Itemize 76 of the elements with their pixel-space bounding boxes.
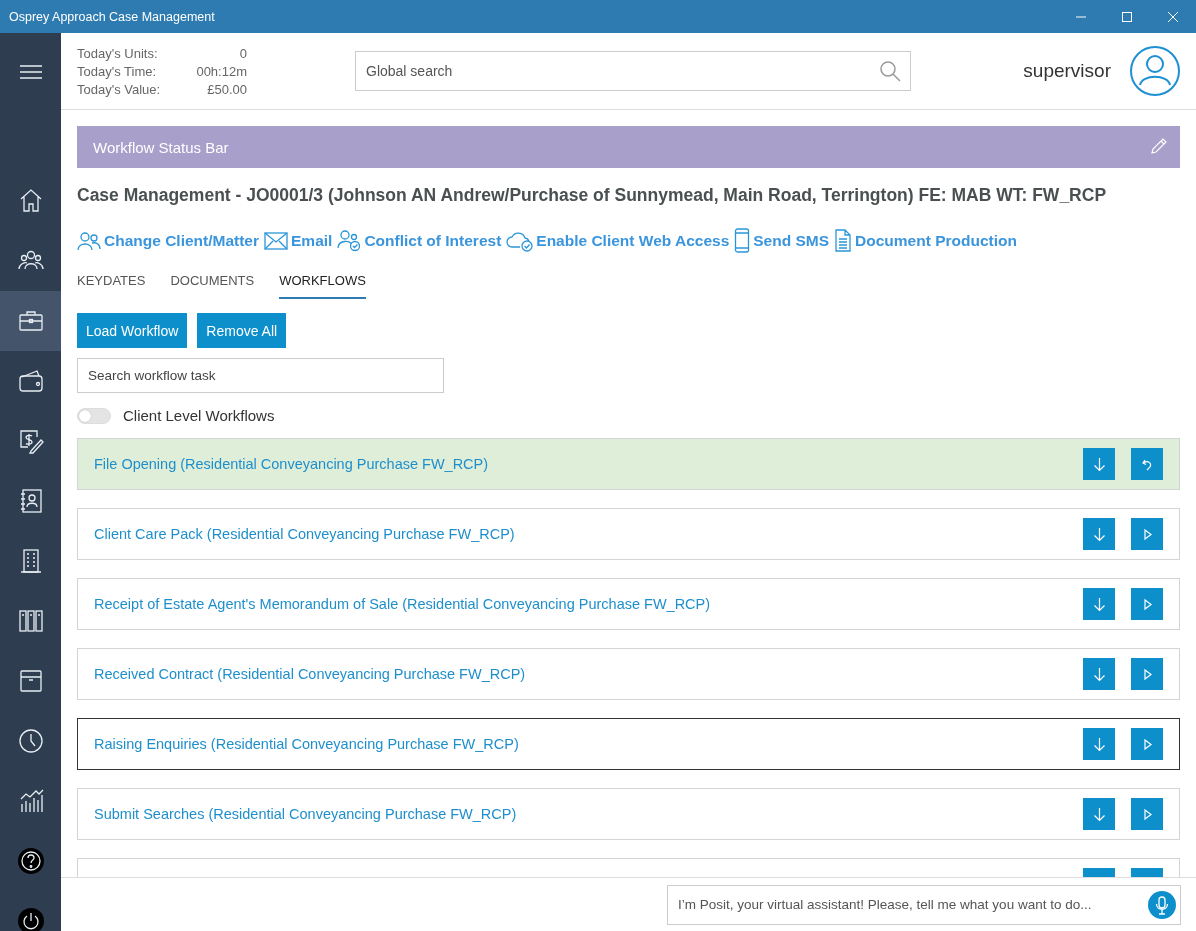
stat-label: Today's Value: — [77, 81, 162, 97]
action-link[interactable]: Conflict of Interest — [337, 229, 502, 252]
workflow-name: File Opening (Residential Conveyancing Purchase FW_RCP) — [94, 456, 490, 472]
sidebar-item[interactable] — [0, 291, 61, 351]
action-button[interactable]: Remove All — [197, 313, 287, 348]
phone-icon — [734, 228, 751, 253]
down-arrow-icon — [1091, 526, 1107, 542]
download-button[interactable] — [1083, 728, 1115, 760]
undo-button[interactable] — [1131, 448, 1163, 480]
people-icon — [77, 229, 101, 252]
wallet-icon — [16, 367, 45, 395]
stat-value: 00h:12m — [195, 63, 247, 79]
user-name: supervisor — [1023, 60, 1111, 82]
menu-icon — [19, 64, 42, 79]
workflow-row[interactable]: Receipt of Estate Agent's Memorandum of Sale (Residential Conveyancing Purchase FW_RCP) — [77, 578, 1180, 630]
down-arrow-icon — [1091, 666, 1107, 682]
download-button[interactable] — [1083, 518, 1115, 550]
document-icon — [834, 229, 853, 252]
help-icon — [16, 847, 45, 875]
tab[interactable]: KEYDATES — [77, 273, 146, 299]
down-arrow-icon — [1091, 806, 1107, 822]
workflow-row[interactable]: Submit Searches (Residential Conveyancing Purchase FW_RCP) — [77, 788, 1180, 840]
play-button[interactable] — [1131, 588, 1163, 620]
tab[interactable]: DOCUMENTS — [170, 273, 255, 299]
search-field[interactable]: Global search — [355, 51, 911, 91]
download-button[interactable] — [1083, 448, 1115, 480]
maximize-icon — [1121, 10, 1133, 23]
case-title: Case Management - JO0001/3 (Johnson AN Andrew/Purchase of Sunnymead, Main Road, Terrington) FE: MAB WT: FW_RCP — [77, 185, 1108, 206]
workflow-row[interactable]: Client Care Pack (Residential Conveyancing Purchase FW_RCP) — [77, 508, 1180, 560]
action-link[interactable]: Send SMS — [734, 228, 830, 253]
binders-icon — [16, 607, 45, 635]
action-link[interactable]: Change Client/Matter — [77, 229, 259, 252]
play-button[interactable] — [1131, 728, 1163, 760]
play-button[interactable] — [1131, 518, 1163, 550]
down-arrow-icon — [1091, 596, 1107, 612]
workflow-name: Client Care Pack (Residential Conveyancing Purchase FW_RCP) — [94, 526, 516, 542]
action-link[interactable]: Enable Client Web Access — [506, 229, 730, 252]
stat-value: £50.00 — [206, 81, 247, 97]
task-search-field[interactable]: Search workflow task — [77, 358, 444, 393]
search-icon — [879, 60, 901, 82]
action-link[interactable]: Email — [264, 230, 333, 251]
cloud-check-icon — [506, 229, 534, 252]
down-arrow-icon — [1091, 736, 1107, 752]
toggle-label: Client Level Workflows — [123, 407, 275, 424]
user-avatar-icon — [1129, 45, 1181, 97]
action-link[interactable]: Document Production — [834, 229, 1017, 252]
tab[interactable]: WORKFLOWS — [279, 273, 366, 299]
download-button[interactable] — [1083, 658, 1115, 690]
stat-value: 0 — [238, 45, 247, 61]
workflow-name: Submit Searches (Residential Conveyancing Purchase FW_RCP) — [94, 806, 518, 822]
envelope-icon — [264, 230, 288, 251]
clock-icon — [16, 727, 45, 755]
play-button[interactable] — [1131, 798, 1163, 830]
workflow-row[interactable]: File Opening (Residential Conveyancing Purchase FW_RCP) — [77, 438, 1180, 490]
pencil-icon — [1150, 136, 1168, 155]
workflow-name: Raising Enquiries (Residential Conveyancing Purchase FW_RCP) — [94, 736, 520, 752]
close-icon — [1167, 10, 1179, 23]
stat-label: Today's Units: — [77, 45, 159, 61]
workflow-name: Receipt of Estate Agent's Memorandum of Sale (Residential Conveyancing Purchase FW_RCP) — [94, 596, 712, 612]
download-button[interactable] — [1083, 798, 1115, 830]
play-button[interactable] — [1131, 658, 1163, 690]
toggle-switch[interactable] — [77, 407, 111, 424]
action-button[interactable]: Load Workflow — [77, 313, 188, 348]
download-button[interactable] — [1083, 588, 1115, 620]
stat-label: Today's Time: — [77, 63, 158, 79]
assistant-field[interactable]: I’m Posit, your virtual assistant! Please, tell me what you want to do... — [667, 884, 1181, 925]
window-title: Osprey Approach Case Management — [9, 9, 216, 24]
microphone-button[interactable] — [1148, 890, 1176, 919]
person-check-icon — [337, 229, 362, 252]
workflow-row[interactable]: Raising Enquiries (Residential Conveyancing Purchase FW_RCP) — [77, 718, 1180, 770]
down-arrow-icon — [1091, 456, 1107, 472]
status-bar-title: Workflow Status Bar — [93, 138, 229, 156]
microphone-icon — [1148, 890, 1176, 919]
power-icon — [16, 907, 45, 931]
workflow-name: Received Contract (Residential Conveyancing Purchase FW_RCP) — [94, 666, 527, 682]
workflow-row[interactable]: Received Contract (Residential Conveyancing Purchase FW_RCP) — [77, 648, 1180, 700]
